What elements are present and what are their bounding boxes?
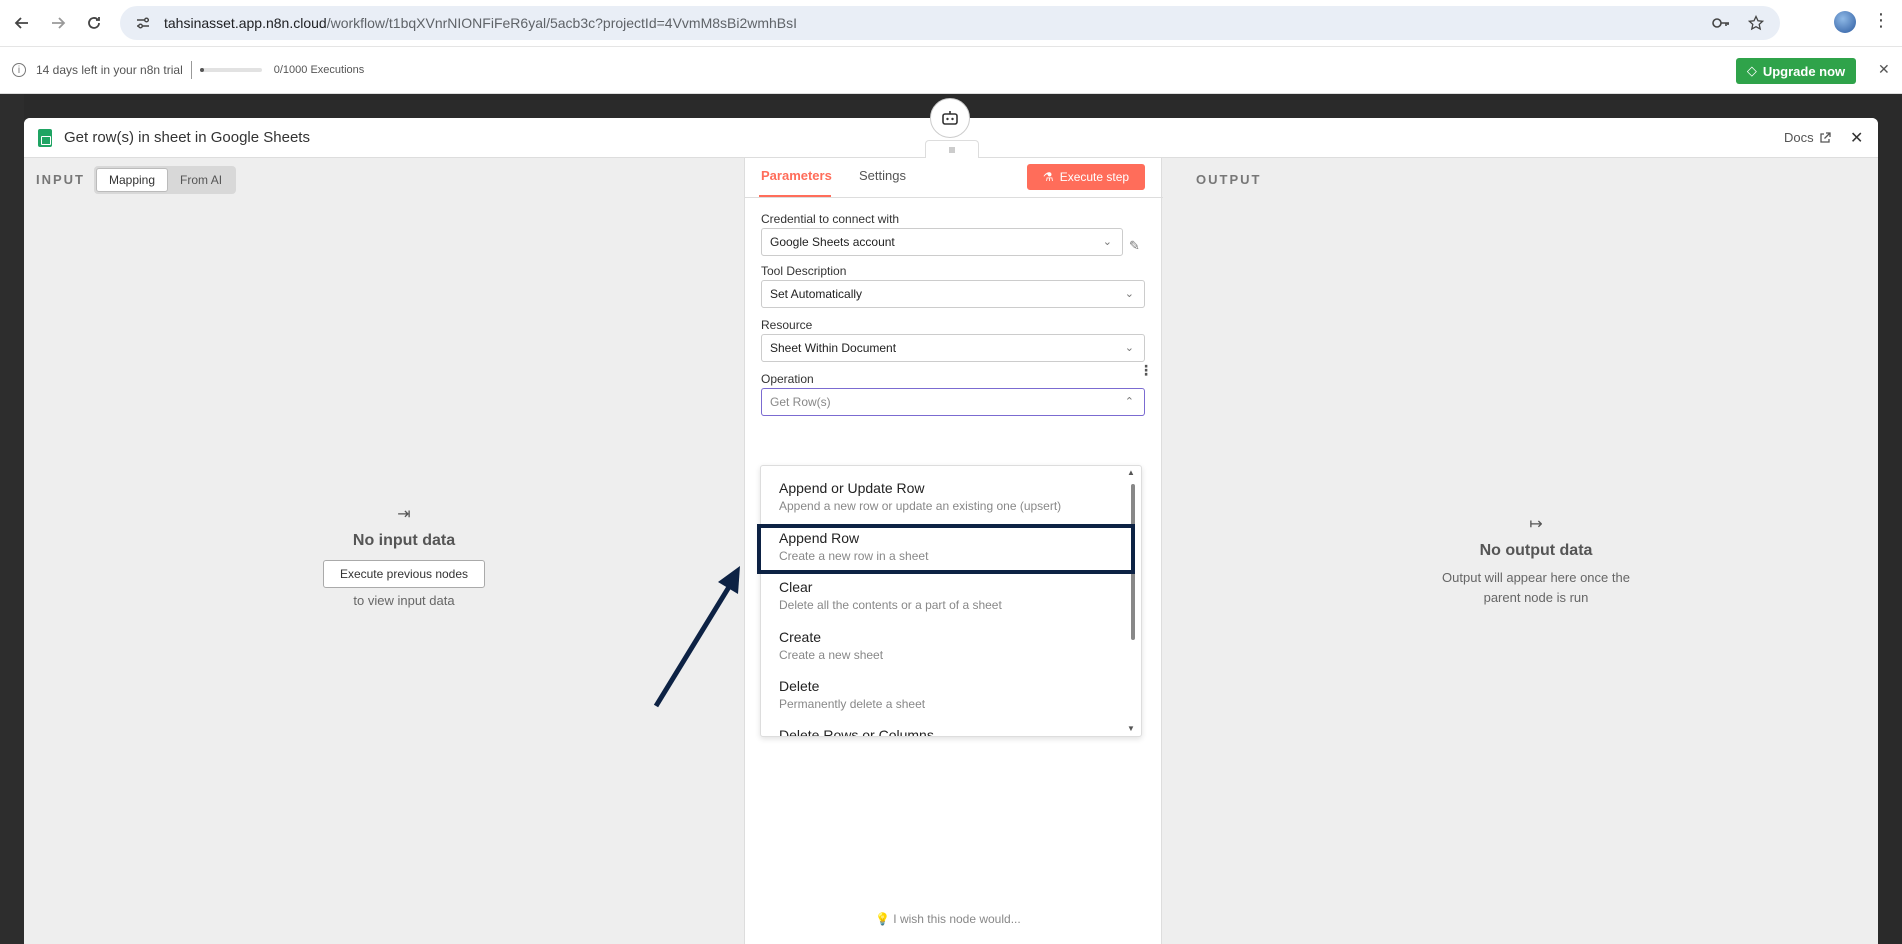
output-arrow-icon: ↦ [1529,516,1543,533]
scroll-up-arrow-icon[interactable]: ▲ [1127,468,1135,477]
option-desc: Append a new row or update an existing o… [779,499,1062,513]
wish-link-label: I wish this node would... [893,912,1021,926]
background-sidebar [0,94,24,944]
option-create[interactable]: Create Create a new sheet [761,629,1133,662]
output-label: OUTPUT [1196,172,1262,187]
chevron-up-icon: ⌃ [1124,396,1134,408]
param-tabs: Parameters Settings ⚗ Execute step [745,158,1163,198]
execute-step-label: Execute step [1059,170,1130,184]
ai-assistant-button[interactable] [930,98,970,138]
output-empty-title: No output data [1479,542,1593,559]
divider [190,61,192,79]
output-empty-sub-1: Output will appear here once the [1442,570,1630,585]
resource-label: Resource [761,318,813,332]
profile-avatar[interactable] [1834,11,1856,33]
input-label: INPUT [36,172,85,187]
scroll-down-arrow-icon[interactable]: ▼ [1127,724,1135,733]
input-mode-toggle: Mapping From AI [94,166,237,194]
execute-step-button[interactable]: ⚗ Execute step [1027,164,1145,190]
operation-dropdown: Append or Update Row Append a new row or… [760,465,1142,737]
trial-banner: i 14 days left in your n8n trial 0/1000 … [0,46,1902,94]
lightbulb-icon: 💡 [875,912,890,926]
tool-description-select[interactable]: Set Automatically ⌄ [761,280,1145,308]
chevron-down-icon: ⌄ [1102,236,1112,248]
executions-count: 0/1000 Executions [273,64,365,76]
edit-pencil-icon[interactable]: ✎ [1129,238,1140,254]
google-sheets-icon [38,128,52,147]
drag-handle[interactable] [925,140,979,158]
robot-icon [942,111,958,125]
wish-link[interactable]: 💡 I wish this node would... [875,912,1021,926]
address-bar[interactable]: tahsinasset.app.n8n.cloud/workflow/t1bqX… [120,6,1780,40]
upgrade-button[interactable]: ◇ Upgrade now [1736,58,1856,84]
executions-progress-fill [199,68,204,72]
browser-toolbar: tahsinasset.app.n8n.cloud/workflow/t1bqX… [0,0,1902,46]
executions-progress [199,68,262,72]
tab-settings[interactable]: Settings [859,168,906,183]
tool-description-value: Set Automatically [770,287,863,301]
output-empty-sub-2: parent node is run [1483,590,1589,605]
tab-underline [759,195,831,197]
close-modal-icon[interactable]: ✕ [1850,128,1863,148]
option-title: Clear [779,579,813,595]
operation-select[interactable]: Get Row(s) ⌃ [761,388,1145,416]
url-path: /workflow/t1bqXVnrNIONFiFeR6yal/5acb3c?p… [326,15,798,31]
option-append-or-update-row[interactable]: Append or Update Row Append a new row or… [761,480,1133,513]
option-title: Append or Update Row [779,480,925,496]
url-host: tahsinasset.app.n8n.cloud [164,15,327,31]
site-settings-icon[interactable] [134,14,152,32]
input-pane: INPUT Mapping From AI ⇥ No input data Ex… [24,158,744,944]
reload-icon[interactable] [76,5,112,41]
option-clear[interactable]: Clear Delete all the contents or a part … [761,579,1133,612]
tool-description-label: Tool Description [761,264,847,278]
option-delete[interactable]: Delete Permanently delete a sheet [761,678,1133,711]
output-pane: OUTPUT ↦ No output data Output will appe… [1162,158,1878,944]
option-delete-rows-or-columns[interactable]: Delete Rows or Columns [761,727,1133,737]
credential-label: Credential to connect with [761,212,900,226]
resource-value: Sheet Within Document [770,341,897,355]
input-arrow-icon: ⇥ [397,506,411,523]
option-desc: Create a new sheet [779,648,884,662]
option-desc: Permanently delete a sheet [779,697,926,711]
forward-arrow-icon[interactable] [40,5,76,41]
credential-select[interactable]: Google Sheets account ⌄ [761,228,1123,256]
info-icon: i [12,63,26,77]
browser-menu-icon[interactable]: ⋮ [1872,10,1890,31]
tab-parameters[interactable]: Parameters [761,168,832,183]
back-arrow-icon[interactable] [4,5,40,41]
trial-text: 14 days left in your n8n trial [36,63,183,77]
option-title: Delete [779,678,820,694]
docs-label: Docs [1784,130,1814,145]
chevron-down-icon: ⌄ [1124,342,1134,354]
options-kebab-icon[interactable]: ⋮ [1139,362,1153,379]
highlight-annotation-box [757,524,1135,574]
input-empty-sub: to view input data [353,593,455,608]
output-empty-state: ↦ No output data Output will appear here… [1376,514,1696,605]
close-banner-icon[interactable]: ✕ [1878,61,1890,78]
operation-value: Get Row(s) [770,395,831,409]
option-title: Delete Rows or Columns [779,727,934,737]
resource-select[interactable]: Sheet Within Document ⌄ [761,334,1145,362]
bookmark-star-icon[interactable] [1748,15,1764,31]
input-empty-state: ⇥ No input data Execute previous nodes t… [284,504,524,608]
diamond-icon: ◇ [1746,63,1757,78]
upgrade-label: Upgrade now [1762,63,1846,79]
toggle-mapping[interactable]: Mapping [96,168,169,192]
chevron-down-icon: ⌄ [1124,288,1134,300]
password-key-icon[interactable] [1712,16,1730,30]
option-title: Create [779,629,822,645]
modal-title[interactable]: Get row(s) in sheet in Google Sheets [64,129,310,146]
input-empty-title: No input data [352,532,456,549]
option-desc: Delete all the contents or a part of a s… [779,598,1002,612]
docs-link[interactable]: Docs [1784,130,1831,145]
operation-label: Operation [761,372,814,386]
flask-icon: ⚗ [1042,170,1054,184]
external-link-icon [1819,131,1831,143]
credential-value: Google Sheets account [770,235,895,249]
annotation-arrow [653,566,740,708]
execute-previous-nodes-button[interactable]: Execute previous nodes [323,560,485,588]
toggle-from-ai[interactable]: From AI [168,168,234,192]
